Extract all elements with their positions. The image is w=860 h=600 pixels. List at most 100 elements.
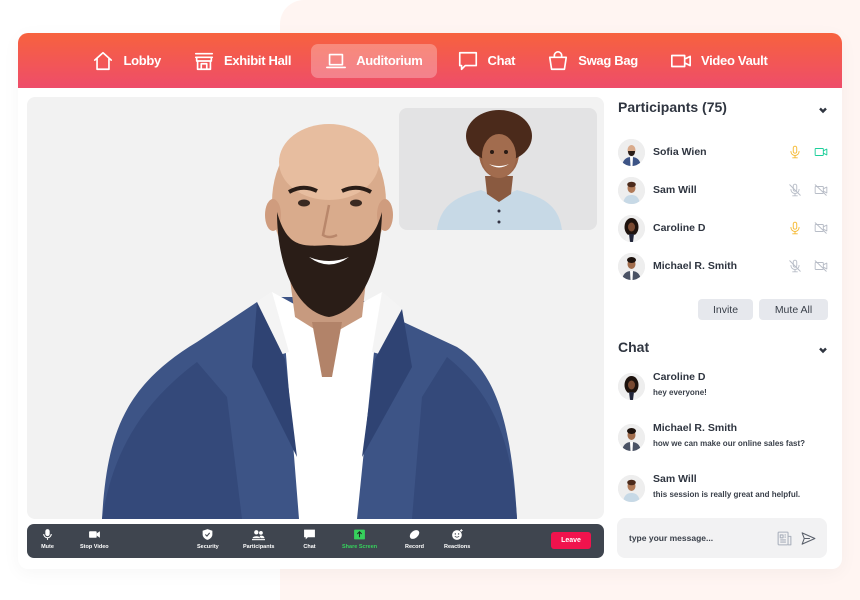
microphone-on-icon bbox=[790, 221, 800, 235]
participant-name: Michael R. Smith bbox=[653, 260, 738, 272]
participants-label: Participants bbox=[243, 544, 275, 550]
nav-item-swag-bag[interactable]: Swag Bag bbox=[535, 44, 650, 78]
storefront-icon bbox=[194, 52, 214, 70]
video-toggle[interactable] bbox=[814, 221, 828, 235]
chat-composer bbox=[617, 518, 827, 558]
reactions-label: Reactions bbox=[444, 544, 471, 550]
record-button[interactable]: Record bbox=[405, 528, 424, 550]
security-label: Security bbox=[197, 544, 219, 550]
microphone-icon bbox=[43, 529, 52, 540]
chat-bubble-icon bbox=[458, 51, 477, 70]
nav-item-exhibit-hall[interactable]: Exhibit Hall bbox=[181, 44, 303, 78]
send-icon bbox=[801, 531, 815, 545]
shield-icon bbox=[202, 529, 213, 540]
nav-item-label: Swag Bag bbox=[578, 53, 638, 68]
side-panel: Participants (75) Sofia Wien Sam Will Ca… bbox=[618, 97, 828, 524]
chat-message-input[interactable] bbox=[629, 533, 769, 543]
participants-collapse-toggle[interactable] bbox=[818, 102, 828, 114]
nav-item-chat[interactable]: Chat bbox=[445, 44, 528, 78]
participant-row[interactable]: Michael R. Smith bbox=[618, 247, 828, 285]
leave-button[interactable]: Leave bbox=[551, 532, 591, 549]
shopping-bag-icon bbox=[549, 50, 568, 70]
nav-item-label: Chat bbox=[487, 53, 516, 68]
chat-message-text: hey everyone! bbox=[653, 388, 707, 397]
chat-message: Caroline D hey everyone! bbox=[618, 371, 828, 422]
invite-button[interactable]: Invite bbox=[698, 299, 753, 320]
share-screen-label: Share Screen bbox=[342, 544, 378, 550]
mute-all-button[interactable]: Mute All bbox=[759, 299, 828, 320]
participants-title: Participants (75) bbox=[618, 99, 727, 115]
chat-sender-name: Michael R. Smith bbox=[653, 422, 738, 434]
send-button[interactable] bbox=[799, 529, 817, 547]
share-screen-button[interactable]: Share Screen bbox=[342, 528, 377, 550]
chat-section: Chat Caroline D hey everyone! Michael R.… bbox=[618, 337, 828, 524]
video-toggle[interactable] bbox=[814, 259, 828, 273]
chat-sender-name: Sam Will bbox=[653, 473, 697, 485]
video-camera-icon bbox=[670, 54, 691, 67]
avatar bbox=[618, 475, 645, 502]
chat-label: Chat bbox=[303, 544, 316, 550]
nav-item-label: Lobby bbox=[123, 53, 161, 68]
reactions-button[interactable]: Reactions bbox=[444, 528, 470, 550]
avatar bbox=[618, 424, 645, 451]
microphone-off-icon bbox=[789, 183, 801, 197]
video-camera-on-icon bbox=[814, 148, 828, 156]
participant-actions: Invite Mute All bbox=[618, 299, 828, 320]
participant-name: Sam Will bbox=[653, 184, 697, 196]
chat-button[interactable]: Chat bbox=[303, 528, 316, 550]
video-toggle[interactable] bbox=[814, 145, 828, 159]
avatar bbox=[618, 252, 645, 280]
avatar bbox=[618, 214, 645, 242]
participant-row[interactable]: Sofia Wien bbox=[618, 133, 828, 171]
participant-name: Sofia Wien bbox=[653, 146, 707, 158]
participants-list: Sofia Wien Sam Will Caroline D Michael R… bbox=[618, 133, 828, 285]
pip-speaker-video bbox=[399, 108, 597, 230]
stop-video-label: Stop Video bbox=[80, 544, 109, 550]
share-screen-icon bbox=[354, 529, 365, 540]
video-camera-off-icon bbox=[814, 222, 828, 234]
event-app-window: Lobby Exhibit Hall Auditorium Chat Swag … bbox=[18, 33, 842, 569]
security-button[interactable]: Security bbox=[197, 528, 219, 550]
avatar bbox=[618, 138, 645, 166]
chat-message: Sam Will this session is really great an… bbox=[618, 473, 828, 524]
mic-toggle[interactable] bbox=[788, 221, 802, 235]
record-icon bbox=[409, 530, 420, 539]
meeting-toolbar: Mute Stop Video Security Participants Ch… bbox=[27, 524, 604, 558]
participant-row[interactable]: Caroline D bbox=[618, 209, 828, 247]
participant-row[interactable]: Sam Will bbox=[618, 171, 828, 209]
mute-label: Mute bbox=[41, 544, 54, 550]
chevron-down-icon bbox=[819, 347, 827, 354]
nav-item-video-vault[interactable]: Video Vault bbox=[658, 44, 780, 78]
emoji-icon bbox=[451, 529, 463, 540]
video-camera-off-icon bbox=[814, 260, 828, 272]
mute-button[interactable]: Mute bbox=[41, 528, 54, 550]
nav-item-label: Exhibit Hall bbox=[223, 53, 292, 68]
home-icon bbox=[94, 51, 113, 70]
attach-file-button[interactable] bbox=[775, 529, 793, 547]
top-navigation: Lobby Exhibit Hall Auditorium Chat Swag … bbox=[18, 33, 842, 88]
participants-button[interactable]: Participants bbox=[243, 528, 274, 550]
video-camera-icon bbox=[88, 531, 100, 538]
video-camera-off-icon bbox=[814, 184, 828, 196]
participants-header: Participants (75) bbox=[618, 97, 828, 117]
chat-collapse-toggle[interactable] bbox=[818, 342, 828, 354]
chat-sender-name: Caroline D bbox=[653, 371, 706, 383]
chat-header: Chat bbox=[618, 337, 828, 357]
stop-video-button[interactable]: Stop Video bbox=[80, 528, 109, 550]
mic-toggle[interactable] bbox=[788, 259, 802, 273]
mic-toggle[interactable] bbox=[788, 183, 802, 197]
attachment-icon bbox=[777, 531, 791, 545]
nav-item-label: Auditorium bbox=[356, 53, 423, 68]
microphone-on-icon bbox=[790, 145, 800, 159]
mic-toggle[interactable] bbox=[788, 145, 802, 159]
laptop-icon bbox=[326, 53, 347, 68]
video-toggle[interactable] bbox=[814, 183, 828, 197]
chat-message-list: Caroline D hey everyone! Michael R. Smit… bbox=[618, 371, 828, 524]
nav-item-auditorium[interactable]: Auditorium bbox=[311, 43, 437, 78]
avatar bbox=[618, 176, 645, 204]
participant-name: Caroline D bbox=[653, 222, 706, 234]
chat-message-text: this session is really great and helpful… bbox=[653, 490, 801, 499]
nav-item-lobby[interactable]: Lobby bbox=[80, 44, 173, 78]
record-label: Record bbox=[405, 544, 424, 550]
avatar bbox=[618, 373, 645, 400]
